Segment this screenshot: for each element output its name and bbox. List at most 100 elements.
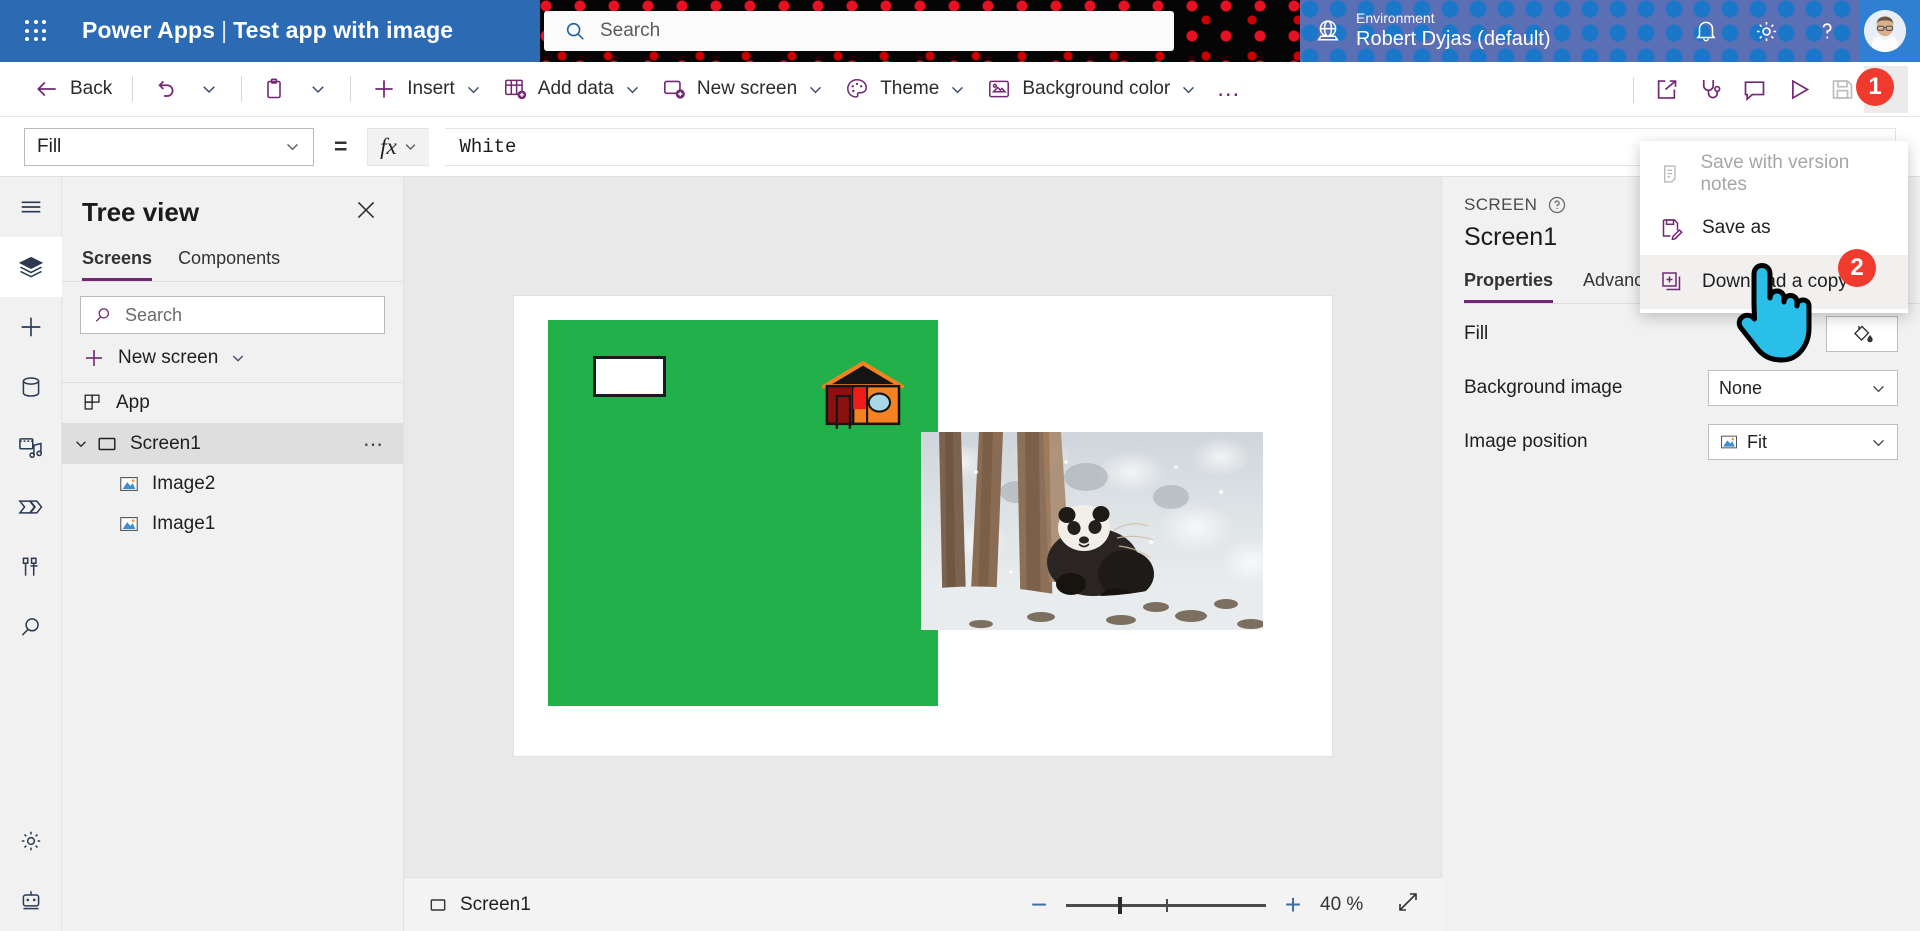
property-selector[interactable]: Fill — [24, 128, 314, 166]
status-screen-selector[interactable]: Screen1 — [428, 894, 531, 916]
search-icon — [93, 305, 113, 325]
chevron-down-icon — [465, 81, 482, 98]
zoom-in-button[interactable]: + — [1280, 891, 1306, 919]
environment-value: Robert Dyjas (default) — [1356, 27, 1551, 52]
white-rectangle-shape — [593, 356, 666, 397]
global-search-input[interactable]: Search — [544, 11, 1174, 51]
tab-properties[interactable]: Properties — [1464, 270, 1553, 303]
command-bar: Back — [0, 62, 1920, 117]
save-as-icon — [1660, 216, 1684, 240]
sidebar-item-power-automate[interactable] — [0, 477, 62, 537]
tree-node-more-button[interactable]: ⋯ — [363, 432, 385, 457]
insert-button[interactable]: Insert — [361, 69, 492, 109]
tree-search-input[interactable]: Search — [80, 296, 385, 334]
undo-chevron-down-icon[interactable] — [187, 69, 231, 109]
sidebar-item-insert[interactable] — [0, 297, 62, 357]
image-icon — [118, 513, 140, 535]
back-button[interactable]: Back — [24, 69, 122, 109]
waffle-grid-icon[interactable] — [20, 15, 52, 47]
paste-chevron-down-icon[interactable] — [296, 69, 340, 109]
undo-icon[interactable] — [143, 69, 187, 109]
search-icon — [564, 20, 586, 42]
menu-hamburger-icon[interactable] — [0, 177, 62, 237]
plus-icon — [371, 76, 397, 102]
help-question-icon[interactable] — [1814, 18, 1840, 44]
theme-button[interactable]: Theme — [834, 69, 976, 109]
fit-to-screen-icon[interactable] — [1396, 890, 1420, 919]
app-name: Test app with image — [233, 17, 453, 43]
divider — [132, 76, 133, 102]
copilot-robot-icon — [18, 888, 44, 914]
background-image-select[interactable]: None — [1708, 370, 1898, 406]
close-icon[interactable] — [349, 193, 383, 232]
tree-node-label: Screen1 — [130, 433, 201, 455]
app-checker-stethoscope-icon[interactable] — [1688, 70, 1732, 110]
notifications-bell-icon[interactable] — [1693, 18, 1719, 44]
menu-item-save-with-version-notes[interactable]: Save with version notes — [1640, 147, 1908, 201]
sidebar-item-data[interactable] — [0, 357, 62, 417]
version-notes-icon — [1660, 162, 1682, 186]
share-icon[interactable] — [1644, 70, 1688, 110]
chevron-down-icon — [230, 350, 246, 366]
arrow-left-icon — [34, 76, 60, 102]
new-screen-button[interactable]: New screen — [62, 334, 403, 382]
background-color-button[interactable]: Background color — [976, 69, 1207, 109]
fill-color-picker[interactable] — [1826, 316, 1898, 352]
globe-icon — [1314, 17, 1342, 45]
add-data-icon — [502, 76, 528, 102]
comments-icon[interactable] — [1732, 70, 1776, 110]
add-data-button[interactable]: Add data — [492, 69, 651, 109]
sidebar-item-search[interactable] — [0, 597, 62, 657]
zoom-slider[interactable] — [1066, 895, 1266, 915]
image-position-select[interactable]: Fit — [1708, 424, 1898, 460]
overflow-more-button[interactable]: … — [1207, 69, 1251, 109]
settings-gear-icon[interactable] — [1753, 18, 1780, 45]
image-icon — [118, 473, 140, 495]
sidebar-item-settings[interactable] — [0, 811, 62, 871]
zoom-slider-thumb[interactable] — [1118, 897, 1122, 914]
divider — [241, 76, 242, 102]
tree-node-image2[interactable]: Image2 — [62, 464, 403, 504]
chevron-down-icon — [807, 81, 824, 98]
clipboard-paste-icon[interactable] — [252, 69, 296, 109]
user-avatar[interactable] — [1864, 10, 1906, 52]
preview-play-icon[interactable] — [1776, 70, 1820, 110]
fx-button[interactable]: fx — [367, 128, 429, 166]
canvas-image2[interactable] — [548, 320, 938, 706]
app-screen-canvas[interactable] — [514, 296, 1332, 756]
tab-components[interactable]: Components — [178, 248, 280, 281]
sidebar-item-tree-view[interactable] — [0, 237, 62, 297]
canvas-area — [404, 177, 1442, 877]
zoom-control: − + 40 % — [1026, 890, 1420, 919]
search-icon — [18, 614, 44, 640]
chevron-down-icon — [624, 81, 641, 98]
background-color-icon — [986, 76, 1012, 102]
property-label: Image position — [1464, 431, 1588, 453]
zoom-out-button[interactable]: − — [1026, 891, 1052, 919]
canvas-image1[interactable] — [921, 432, 1263, 630]
fx-label: fx — [380, 134, 397, 160]
tree-node-image1[interactable]: Image1 — [62, 504, 403, 544]
tree-view-title: Tree view — [82, 197, 199, 228]
insert-plus-icon — [17, 313, 45, 341]
sidebar-item-copilot[interactable] — [0, 871, 62, 931]
tree-node-app[interactable]: App — [62, 383, 403, 423]
chevron-down-icon[interactable] — [72, 435, 90, 453]
add-data-label: Add data — [538, 78, 614, 100]
header-icon-group — [1693, 0, 1840, 62]
new-screen-button[interactable]: New screen — [651, 69, 834, 109]
paint-bucket-icon — [1850, 322, 1874, 346]
sidebar-item-variables[interactable] — [0, 537, 62, 597]
sidebar-item-media[interactable] — [0, 417, 62, 477]
tree-node-screen1[interactable]: Screen1 ⋯ — [62, 424, 403, 464]
save-options-menu: Save with version notes Save as Download… — [1640, 141, 1908, 313]
tab-screens[interactable]: Screens — [82, 248, 152, 281]
help-question-icon[interactable] — [1547, 195, 1567, 215]
brand-title[interactable]: Power Apps|Test app with image — [82, 17, 453, 44]
environment-picker[interactable]: Environment Robert Dyjas (default) — [1300, 8, 1565, 54]
menu-item-save-as[interactable]: Save as — [1640, 201, 1908, 255]
tree-node-label: Image1 — [152, 513, 215, 535]
canvas-status-bar: Screen1 − + 40 % — [404, 877, 1442, 931]
download-copy-icon — [1660, 270, 1684, 294]
search-placeholder: Search — [600, 20, 660, 42]
